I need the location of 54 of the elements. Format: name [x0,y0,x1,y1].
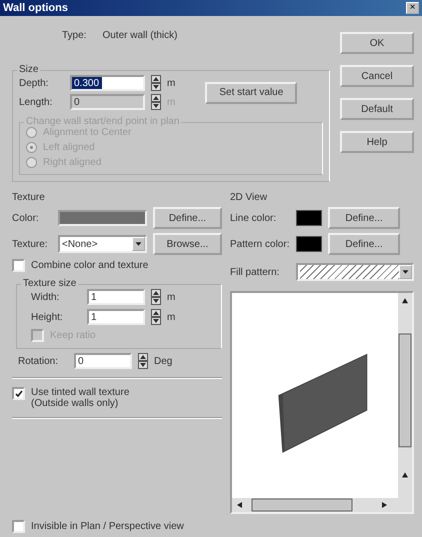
section-title: 2D View [230,192,268,203]
group-title: Texture size [21,278,78,289]
dialog-button[interactable]: Default [340,98,414,120]
checkbox-label: Use tinted wall texture (Outside walls only) [31,387,130,409]
spin-buttons-icon[interactable] [151,309,161,325]
color-swatch[interactable] [296,210,322,226]
close-button[interactable]: × [406,2,419,14]
hatch-pattern-icon [300,265,399,279]
fill-pattern-dropdown[interactable] [296,263,414,281]
texture-dropdown[interactable]: <None> [58,235,147,253]
unit-label: m [167,78,176,88]
type-value: Outer wall (thick) [102,30,178,43]
checkbox[interactable] [12,387,25,400]
browse-button[interactable]: Browse... [152,233,222,255]
checkmark-icon [14,390,22,398]
spin-buttons-icon[interactable] [138,353,148,369]
unit-label: Deg [154,356,172,366]
spin-buttons-icon[interactable] [151,289,161,305]
define-button[interactable]: Define... [152,207,222,229]
field-label: Width: [31,292,60,302]
field-label: Depth: [19,78,50,88]
input-field[interactable]: 1 [87,309,145,325]
input-field[interactable]: 1 [87,289,145,305]
dialog-button[interactable]: OK [340,32,414,54]
set-start-value-button[interactable]: Set start value [205,82,298,104]
checkbox[interactable] [12,520,25,533]
spin-buttons-icon[interactable] [151,94,161,110]
field-label: Rotation: [18,356,60,366]
input-field[interactable]: 0 [74,353,132,369]
unit-label: m [167,292,176,302]
define-button[interactable]: Define... [328,207,400,229]
dialog-button[interactable]: Cancel [340,65,414,87]
section-title: Texture [12,192,46,203]
texture-label: Texture: [12,238,49,250]
vertical-scrollbar[interactable] [398,293,412,498]
group-title: Size [17,64,40,75]
color-swatch[interactable] [296,236,322,252]
checkbox-label: Invisible in Plan / Perspective view [31,521,184,532]
window-title: Wall options [3,2,68,14]
color-label: Line color: [230,212,278,224]
field-label: Length: [19,96,54,108]
type-label: Type: [62,30,86,43]
define-button[interactable]: Define... [328,233,400,255]
input-field[interactable]: 0.300 [70,75,145,91]
fill-pattern-label: Fill pattern: [230,266,280,278]
unit-label: m [167,312,176,322]
checkbox-label: Combine color and texture [31,260,148,271]
color-label: Pattern color: [230,238,290,250]
dialog-button[interactable]: Help [340,131,414,153]
checkbox[interactable] [12,259,25,272]
color-label: Color: [12,212,40,224]
spin-buttons-icon[interactable] [151,75,161,91]
field-label: Height: [31,312,64,322]
horizontal-scrollbar[interactable] [232,498,412,512]
